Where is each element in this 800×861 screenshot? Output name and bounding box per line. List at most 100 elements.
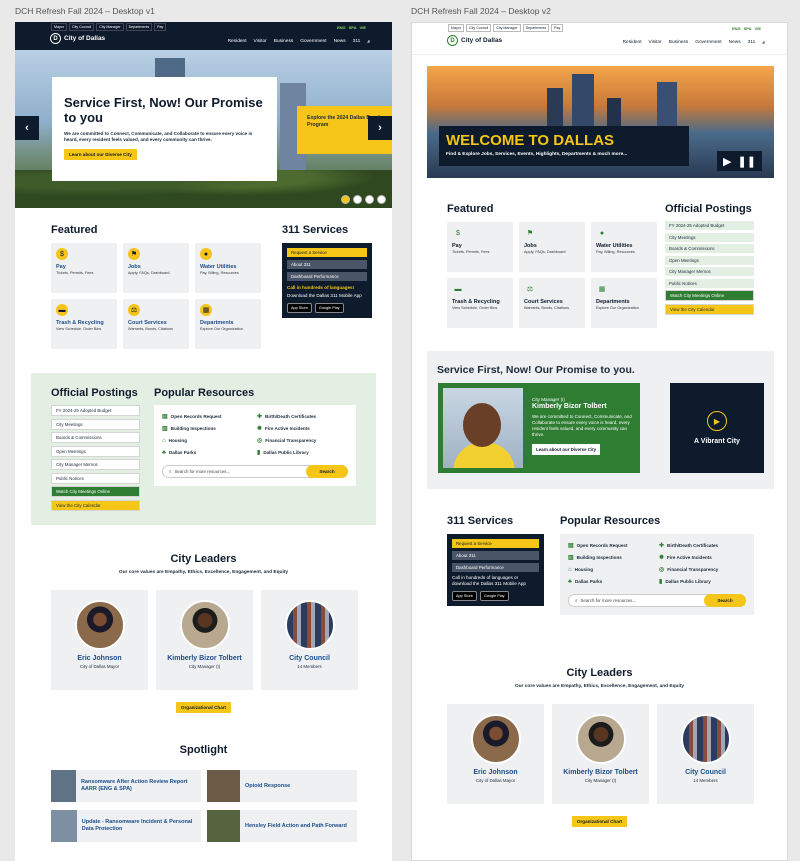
- about-311-button[interactable]: About 311: [287, 260, 367, 269]
- nav-news[interactable]: News: [334, 39, 346, 45]
- leader-card-mayor[interactable]: Eric Johnson City of Dallas Mayor: [447, 704, 544, 804]
- resource-link[interactable]: ✚ Birth/Death Certificates: [257, 413, 348, 420]
- leader-card-council[interactable]: City Council 14 Members: [261, 590, 358, 690]
- resource-link[interactable]: ♣ Dallas Parks: [568, 578, 655, 585]
- carousel-next-icon[interactable]: ›: [368, 116, 392, 140]
- learn-diverse-city-button[interactable]: Learn about our Diverse City: [532, 444, 601, 455]
- lang-eng[interactable]: ENG: [337, 25, 346, 30]
- nav-311[interactable]: 311: [748, 40, 756, 46]
- util-link-manager[interactable]: City Manager: [493, 24, 521, 32]
- util-link-departments[interactable]: Departments: [522, 24, 550, 32]
- nav-visitor[interactable]: Visitor: [254, 39, 267, 45]
- resource-link[interactable]: ▤ Open Records Request: [162, 413, 253, 420]
- featured-tile-jobs[interactable]: ⚑ Jobs Apply, FAQs, Dashboard: [519, 222, 585, 272]
- lang-spa[interactable]: SPA: [744, 26, 752, 31]
- app-store-button[interactable]: App Store: [287, 303, 312, 313]
- posting-item[interactable]: City Meetings: [665, 232, 754, 242]
- learn-diverse-city-button[interactable]: Learn about our Diverse City: [64, 149, 137, 160]
- featured-tile-water[interactable]: ● Water Utilities Pay, Billing, Resources: [591, 222, 657, 272]
- search-icon[interactable]: ⌕: [762, 40, 765, 46]
- vibrant-city-video[interactable]: ▶ A Vibrant City: [670, 383, 764, 473]
- request-service-button[interactable]: Request a Service: [452, 539, 539, 548]
- dashboard-performance-button[interactable]: Dashboard Performance: [287, 272, 367, 281]
- featured-tile-water[interactable]: ● Water Utilities Pay, Billing, Resources: [195, 243, 261, 293]
- city-logo[interactable]: D City of Dallas: [447, 35, 502, 46]
- spotlight-item[interactable]: Opioid Response: [207, 770, 357, 802]
- posting-item[interactable]: FY 2024-25 Adopted Budget: [665, 221, 754, 230]
- pause-icon[interactable]: ❚❚: [738, 155, 756, 168]
- posting-item[interactable]: City Manager Memos: [665, 267, 754, 276]
- search-icon[interactable]: ⌕: [367, 39, 370, 45]
- about-311-button[interactable]: About 311: [452, 551, 539, 560]
- app-store-button[interactable]: App Store: [452, 591, 477, 601]
- resource-link[interactable]: ◎ Financial Transparency: [257, 437, 348, 444]
- resource-link[interactable]: ✹ Fire Active Incidents: [257, 425, 348, 432]
- resource-search-button[interactable]: Search: [306, 465, 348, 478]
- nav-resident[interactable]: Resident: [623, 40, 642, 46]
- org-chart-button[interactable]: Organizational Chart: [175, 702, 232, 713]
- featured-tile-court[interactable]: ⚖ Court Services Warrants, Bonds, Citation…: [123, 299, 189, 349]
- util-link-council[interactable]: City Council: [69, 23, 95, 31]
- leader-card-mayor[interactable]: Eric Johnson City of Dallas Mayor: [51, 590, 148, 690]
- posting-item[interactable]: Boards & Commissions: [665, 244, 754, 253]
- posting-item[interactable]: Open Meetings: [665, 255, 754, 265]
- org-chart-button[interactable]: Organizational Chart: [571, 816, 628, 827]
- posting-item[interactable]: City Meetings: [51, 418, 140, 430]
- util-link-manager[interactable]: City Manager: [96, 23, 124, 31]
- carousel-prev-icon[interactable]: ‹: [15, 116, 39, 140]
- play-icon[interactable]: ▶: [723, 155, 731, 168]
- featured-tile-jobs[interactable]: ⚑ Jobs Apply, FAQs, Dashboard: [123, 243, 189, 293]
- posting-item[interactable]: Public Notices: [665, 278, 754, 288]
- resource-link[interactable]: ⌂ Housing: [568, 566, 655, 573]
- lang-vie[interactable]: VIE: [360, 25, 366, 30]
- nav-government[interactable]: Government: [300, 39, 326, 45]
- nav-news[interactable]: News: [729, 40, 741, 46]
- resource-link[interactable]: ⌂ Housing: [162, 437, 253, 444]
- featured-tile-trash[interactable]: ▬ Trash & Recycling View Schedule, Order B…: [51, 299, 117, 349]
- resource-search-input[interactable]: Search for more resources...: [174, 469, 230, 474]
- leader-card-council[interactable]: City Council 14 Members: [657, 704, 754, 804]
- dashboard-performance-button[interactable]: Dashboard Performance: [452, 563, 539, 572]
- posting-item[interactable]: Public Notices: [51, 472, 140, 484]
- view-calendar-button[interactable]: View the City Calendar: [51, 499, 140, 511]
- nav-311[interactable]: 311: [353, 39, 361, 45]
- spotlight-item[interactable]: Update - Ransomware Incident & Personal …: [51, 810, 201, 842]
- nav-government[interactable]: Government: [695, 40, 721, 46]
- posting-item[interactable]: FY 2024-25 Adopted Budget: [51, 405, 140, 416]
- city-logo[interactable]: D City of Dallas: [50, 33, 105, 44]
- featured-tile-court[interactable]: ⚖ Court Services Warrants, Bonds, Citation…: [519, 278, 585, 328]
- spotlight-item[interactable]: Ransomware After Action Review Report AA…: [51, 770, 201, 802]
- resource-link[interactable]: ♣ Dallas Parks: [162, 449, 253, 456]
- util-link-pay[interactable]: Pay: [551, 24, 564, 32]
- request-service-button[interactable]: Request a Service: [287, 248, 367, 257]
- leader-card-manager[interactable]: Kimberly Bizor Tolbert City Manager (I): [552, 704, 649, 804]
- carousel-dot[interactable]: [377, 195, 386, 204]
- featured-tile-pay[interactable]: $ Pay Tickets, Permits, Fees: [447, 222, 513, 272]
- nav-resident[interactable]: Resident: [228, 39, 247, 45]
- util-link-departments[interactable]: Departments: [125, 23, 153, 31]
- watch-meetings-button[interactable]: Watch City Meetings Online: [665, 290, 754, 301]
- lang-spa[interactable]: SPA: [349, 25, 357, 30]
- watch-meetings-button[interactable]: Watch City Meetings Online: [51, 486, 140, 497]
- posting-item[interactable]: Boards & Commissions: [51, 432, 140, 443]
- resource-link[interactable]: ▥ Building Inspections: [162, 425, 253, 432]
- carousel-dot[interactable]: [353, 195, 362, 204]
- util-link-pay[interactable]: Pay: [154, 23, 167, 31]
- resource-link[interactable]: ◎ Financial Transparency: [659, 566, 746, 573]
- resource-search-input[interactable]: Search for more resources...: [580, 598, 636, 603]
- carousel-dot[interactable]: [341, 195, 350, 204]
- resource-link[interactable]: ▮ Dallas Public Library: [257, 449, 348, 456]
- util-link-mayor[interactable]: Mayor: [448, 24, 464, 32]
- featured-tile-departments[interactable]: ▦ Departments Explore Our Organization: [591, 278, 657, 328]
- util-link-mayor[interactable]: Mayor: [51, 23, 67, 31]
- posting-item[interactable]: Open Meetings: [51, 445, 140, 457]
- lang-vie[interactable]: VIE: [755, 26, 761, 31]
- resource-link[interactable]: ▤ Open Records Request: [568, 542, 655, 549]
- featured-tile-pay[interactable]: $ Pay Tickets, Permits, Fees: [51, 243, 117, 293]
- google-play-button[interactable]: Google Play: [479, 591, 509, 601]
- view-calendar-button[interactable]: View the City Calendar: [665, 303, 754, 315]
- leader-card-manager[interactable]: Kimberly Bizor Tolbert City Manager (I): [156, 590, 253, 690]
- posting-item[interactable]: City Manager Memos: [51, 459, 140, 470]
- nav-business[interactable]: Business: [669, 40, 688, 46]
- google-play-button[interactable]: Google Play: [314, 303, 344, 313]
